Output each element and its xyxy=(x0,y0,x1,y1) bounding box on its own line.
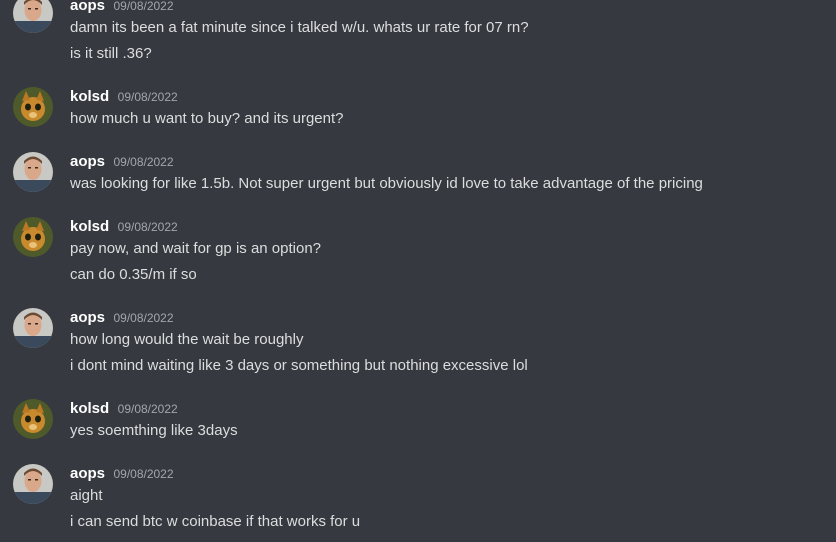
username[interactable]: kolsd xyxy=(70,400,109,417)
message-header: kolsd 09/08/2022 xyxy=(70,400,178,420)
aops-avatar-icon xyxy=(13,152,53,192)
chat-messages: aops 09/08/2022 damn its been a fat minu… xyxy=(0,0,836,542)
message-header: aops 09/08/2022 xyxy=(70,0,174,17)
message-text: was looking for like 1.5b. Not super urg… xyxy=(70,175,703,192)
avatar[interactable] xyxy=(13,464,53,504)
username[interactable]: kolsd xyxy=(70,218,109,235)
timestamp: 09/08/2022 xyxy=(113,0,174,13)
message-header: kolsd 09/08/2022 xyxy=(70,218,178,238)
timestamp: 09/08/2022 xyxy=(117,90,178,104)
username[interactable]: aops xyxy=(70,153,105,170)
message-text: how much u want to buy? and its urgent? xyxy=(70,110,344,127)
message-header: aops 09/08/2022 xyxy=(70,309,174,329)
message-header: kolsd 09/08/2022 xyxy=(70,88,178,108)
username[interactable]: kolsd xyxy=(70,88,109,105)
message-text: yes soemthing like 3days xyxy=(70,422,238,439)
aops-avatar-icon xyxy=(13,308,53,348)
timestamp: 09/08/2022 xyxy=(117,220,178,234)
username[interactable]: aops xyxy=(70,465,105,482)
timestamp: 09/08/2022 xyxy=(113,311,174,325)
message-text: i can send btc w coinbase if that works … xyxy=(70,513,361,530)
message-header: aops 09/08/2022 xyxy=(70,465,174,485)
timestamp: 09/08/2022 xyxy=(117,402,178,416)
avatar[interactable] xyxy=(13,152,53,192)
kolsd-avatar-icon xyxy=(13,87,53,127)
username[interactable]: aops xyxy=(70,0,105,14)
avatar[interactable] xyxy=(13,217,53,257)
kolsd-avatar-icon xyxy=(13,399,53,439)
message-text: pay now, and wait for gp is an option? xyxy=(70,240,322,257)
message-text: i dont mind waiting like 3 days or somet… xyxy=(70,357,528,374)
avatar[interactable] xyxy=(13,308,53,348)
avatar[interactable] xyxy=(13,399,53,439)
message-header: aops 09/08/2022 xyxy=(70,153,174,173)
avatar[interactable] xyxy=(13,0,53,33)
aops-avatar-icon xyxy=(13,464,53,504)
message-text: damn its been a fat minute since i talke… xyxy=(70,19,529,36)
message-text: aight xyxy=(70,487,103,504)
username[interactable]: aops xyxy=(70,309,105,326)
message-text: is it still .36? xyxy=(70,45,152,62)
message-text: can do 0.35/m if so xyxy=(70,266,197,283)
timestamp: 09/08/2022 xyxy=(113,155,174,169)
timestamp: 09/08/2022 xyxy=(113,467,174,481)
aops-avatar-icon xyxy=(13,0,53,33)
kolsd-avatar-icon xyxy=(13,217,53,257)
message-text: how long would the wait be roughly xyxy=(70,331,304,348)
avatar[interactable] xyxy=(13,87,53,127)
